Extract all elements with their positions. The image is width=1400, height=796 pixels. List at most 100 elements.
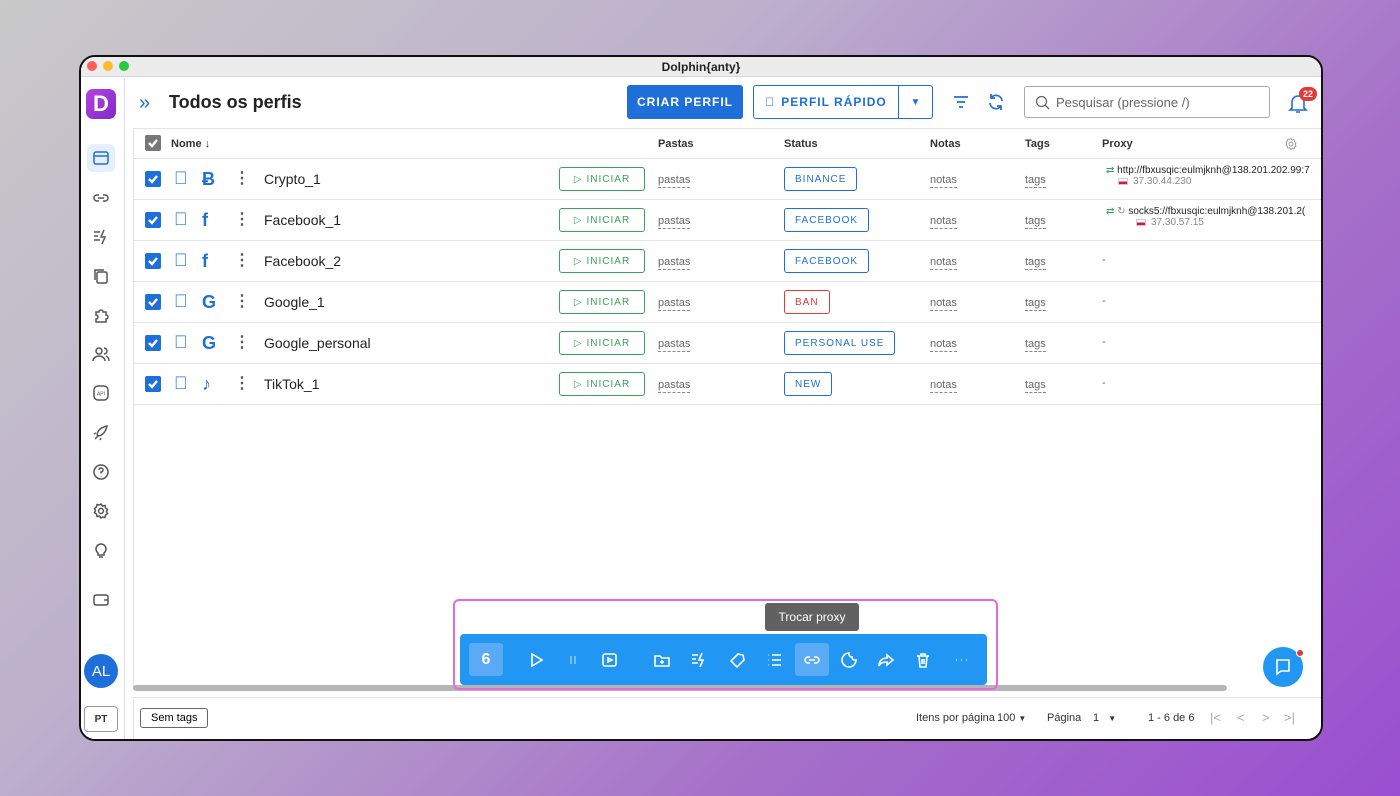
folders-link[interactable]: pastas — [658, 174, 691, 188]
row-menu-dots-icon[interactable]: ⋮ — [234, 168, 250, 188]
table-row[interactable]:  G ⋮ Google_1 ▷INICIAR pastas BAN notas… — [134, 282, 1321, 323]
column-name[interactable]: Nome ↓ — [171, 138, 210, 150]
change-proxy-link-icon[interactable] — [795, 643, 829, 676]
start-profile-button[interactable]: ▷ INICIAR — [559, 331, 645, 355]
add-folder-icon[interactable] — [645, 643, 679, 676]
start-profile-button[interactable]: ▷ INICIAR — [559, 290, 645, 314]
sidebar-api-icon[interactable]: API — [87, 379, 115, 407]
sidebar-extensions-icon[interactable] — [87, 301, 115, 329]
proxy-cell[interactable]: - — [1102, 336, 1106, 348]
language-selector[interactable]: PT — [84, 706, 118, 732]
row-checkbox[interactable] — [145, 253, 161, 269]
expand-sidebar-icon[interactable]: » — [139, 92, 150, 115]
notes-link[interactable]: notas — [930, 338, 957, 352]
items-per-page-select[interactable]: 100 ▼ — [997, 712, 1026, 724]
folders-link[interactable]: pastas — [658, 338, 691, 352]
start-profile-button[interactable]: ▷ INICIAR — [559, 208, 645, 232]
table-row[interactable]:  Ƀ ⋮ Crypto_1 ▷INICIAR pastas BINANCE n… — [134, 159, 1321, 200]
prev-page-icon[interactable]: < — [1237, 710, 1245, 725]
delete-trash-icon[interactable] — [906, 643, 940, 676]
sidebar-help-icon[interactable] — [87, 458, 115, 486]
sidebar-users-icon[interactable] — [87, 340, 115, 368]
column-settings-gear-icon[interactable] — [1284, 137, 1298, 151]
maximize-window-button[interactable] — [119, 61, 129, 71]
status-badge[interactable]: BAN — [784, 290, 830, 314]
quick-profile-button[interactable]:  PERFIL RÁPIDO ▼ — [753, 85, 933, 119]
proxy-cell[interactable]: ⇄ http://fbxusqic:eulmjknh@138.201.202.9… — [1106, 165, 1310, 187]
sidebar-rocket-icon[interactable] — [87, 419, 115, 447]
notes-link[interactable]: notas — [930, 379, 957, 393]
automation-icon[interactable] — [682, 643, 716, 676]
sidebar-automation-icon[interactable] — [87, 223, 115, 251]
tags-link[interactable]: tags — [1025, 338, 1046, 352]
start-profile-button[interactable]: ▷ INICIAR — [559, 249, 645, 273]
profile-name[interactable]: Google_1 — [264, 294, 325, 310]
proxy-cell[interactable]: - — [1102, 377, 1106, 389]
sidebar-profiles-icon[interactable] — [87, 144, 115, 172]
tags-link[interactable]: tags — [1025, 174, 1046, 188]
last-page-icon[interactable]: >| — [1284, 710, 1295, 725]
start-profile-button[interactable]: ▷ INICIAR — [559, 167, 645, 191]
status-badge[interactable]: PERSONAL USE — [784, 331, 896, 355]
row-menu-dots-icon[interactable]: ⋮ — [234, 209, 250, 229]
dolphin-logo[interactable]: D — [86, 89, 116, 119]
tags-link[interactable]: tags — [1025, 379, 1046, 393]
row-checkbox[interactable] — [145, 376, 161, 392]
next-page-icon[interactable]: > — [1262, 710, 1270, 725]
folders-link[interactable]: pastas — [658, 215, 691, 229]
folders-link[interactable]: pastas — [658, 297, 691, 311]
refresh-icon[interactable] — [986, 92, 1006, 112]
proxy-cell[interactable]: - — [1102, 295, 1106, 307]
profile-name[interactable]: Crypto_1 — [264, 171, 321, 187]
status-badge[interactable]: NEW — [784, 372, 833, 396]
no-tags-button[interactable]: Sem tags — [140, 708, 209, 728]
status-badge[interactable]: FACEBOOK — [784, 208, 870, 232]
profile-name[interactable]: Google_personal — [264, 335, 371, 351]
select-all-checkbox[interactable] — [145, 135, 161, 151]
proxy-cell[interactable]: - — [1102, 254, 1106, 266]
row-checkbox[interactable] — [145, 171, 161, 187]
sidebar-wallet-icon[interactable] — [87, 586, 115, 614]
open-browser-icon[interactable] — [593, 643, 627, 676]
tags-link[interactable]: tags — [1025, 297, 1046, 311]
notes-link[interactable]: notas — [930, 297, 957, 311]
quick-profile-main[interactable]:  PERFIL RÁPIDO — [754, 86, 898, 118]
profile-name[interactable]: Facebook_1 — [264, 212, 341, 228]
search-box[interactable] — [1024, 86, 1270, 118]
row-menu-dots-icon[interactable]: ⋮ — [234, 250, 250, 270]
folders-link[interactable]: pastas — [658, 256, 691, 270]
start-play-icon[interactable] — [519, 643, 553, 676]
cookies-icon[interactable] — [832, 643, 866, 676]
caret-down-icon[interactable]: ▼ — [898, 86, 932, 118]
row-menu-dots-icon[interactable]: ⋮ — [234, 291, 250, 311]
start-profile-button[interactable]: ▷ INICIAR — [559, 372, 645, 396]
tags-link[interactable]: tags — [1025, 215, 1046, 229]
sidebar-idea-icon[interactable] — [87, 536, 115, 564]
table-row[interactable]:  f ⋮ Facebook_2 ▷INICIAR pastas FACEBOO… — [134, 241, 1321, 282]
tag-icon[interactable] — [720, 643, 754, 676]
page-select[interactable]: 1 ▼ — [1093, 712, 1116, 724]
row-menu-dots-icon[interactable]: ⋮ — [234, 373, 250, 393]
create-profile-button[interactable]: CRIAR PERFIL — [627, 85, 743, 119]
sidebar-settings-icon[interactable] — [87, 497, 115, 525]
table-row[interactable]:  G ⋮ Google_personal ▷INICIAR pastas PE… — [134, 323, 1321, 364]
share-icon[interactable] — [869, 643, 903, 676]
filter-icon[interactable] — [951, 92, 971, 112]
row-checkbox[interactable] — [145, 212, 161, 228]
notes-link[interactable]: notas — [930, 174, 957, 188]
row-menu-dots-icon[interactable]: ⋮ — [234, 332, 250, 352]
list-icon[interactable] — [757, 643, 791, 676]
status-badge[interactable]: FACEBOOK — [784, 249, 870, 273]
minimize-window-button[interactable] — [103, 61, 113, 71]
profile-name[interactable]: Facebook_2 — [264, 253, 341, 269]
more-options-icon[interactable] — [944, 643, 978, 676]
first-page-icon[interactable]: |< — [1210, 710, 1221, 725]
row-checkbox[interactable] — [145, 294, 161, 310]
proxy-cell[interactable]: ⇄ ↻ socks5://fbxusqic:eulmjknh@138.201.2… — [1106, 206, 1305, 228]
notes-link[interactable]: notas — [930, 256, 957, 270]
profile-name[interactable]: TikTok_1 — [264, 376, 320, 392]
table-row[interactable]:  ♪ ⋮ TikTok_1 ▷INICIAR pastas NEW notas… — [134, 364, 1321, 405]
avatar[interactable]: AL — [84, 654, 118, 688]
row-checkbox[interactable] — [145, 335, 161, 351]
sidebar-proxy-link-icon[interactable] — [87, 184, 115, 212]
